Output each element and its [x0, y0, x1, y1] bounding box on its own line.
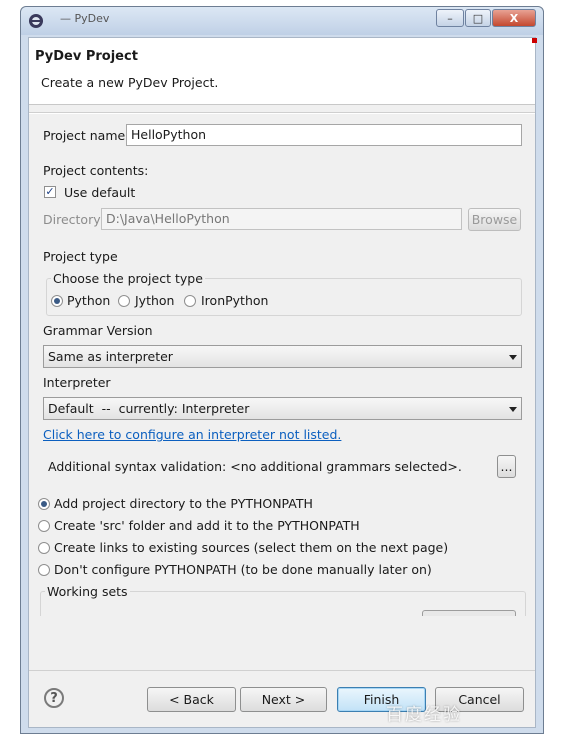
grammar-version-select[interactable]: Same as interpreter [43, 345, 522, 368]
project-contents-label: Project contents: [43, 163, 149, 178]
configure-interpreter-link[interactable]: Click here to configure an interpreter n… [43, 427, 341, 442]
maximize-icon: □ [472, 11, 484, 25]
baidu-watermark: 百度经验 [386, 705, 462, 725]
directory-label: Directory [43, 212, 101, 227]
radio-python-label: Python [67, 293, 111, 308]
pythonpath-option-add-project[interactable]: Add project directory to the PYTHONPATH [38, 496, 338, 512]
project-name-label: Project name: [43, 128, 130, 143]
pythonpath-option-dont-configure-label: Don't configure PYTHONPATH (to be done m… [54, 562, 432, 577]
maximize-button[interactable]: □ [465, 9, 491, 27]
radio-python-indicator [51, 295, 63, 307]
close-icon: X [509, 11, 519, 25]
radio-jython[interactable]: Jython [118, 293, 178, 308]
eclipse-app-icon [28, 13, 44, 29]
interpreter-label: Interpreter [43, 375, 111, 390]
syntax-validation-button[interactable]: ... [497, 455, 516, 478]
directory-input[interactable]: D:\Java\HelloPython [101, 208, 462, 230]
radio-ironpython-indicator [184, 295, 196, 307]
wizard-title: PyDev Project [35, 49, 138, 64]
grammar-version-label: Grammar Version [43, 323, 153, 338]
pythonpath-option-add-project-indicator [38, 498, 50, 510]
interpreter-value: Default -- currently: Interpreter [48, 401, 250, 416]
help-icon[interactable]: ? [44, 688, 64, 708]
project-type-group-label: Choose the project type [51, 271, 205, 286]
chevron-down-icon [509, 355, 517, 360]
footer-separator [29, 670, 535, 671]
radio-jython-indicator [118, 295, 130, 307]
close-button[interactable]: X [492, 9, 536, 27]
chevron-down-icon [509, 407, 517, 412]
interpreter-select[interactable]: Default -- currently: Interpreter [43, 397, 522, 420]
pythonpath-option-create-links-indicator [38, 542, 50, 554]
project-name-input[interactable]: HelloPython [126, 124, 522, 146]
wizard-description: Create a new PyDev Project. [41, 75, 219, 90]
minimize-button[interactable]: – [436, 9, 464, 27]
project-type-label: Project type [43, 249, 118, 264]
pythonpath-option-create-src[interactable]: Create 'src' folder and add it to the PY… [38, 518, 360, 534]
pythonpath-option-create-links-label: Create links to existing sources (select… [54, 540, 449, 555]
radio-python[interactable]: Python [51, 293, 111, 308]
minimize-icon: – [447, 11, 453, 25]
header-separator [29, 112, 535, 114]
pythonpath-option-dont-configure-indicator [38, 564, 50, 576]
pythonpath-option-create-src-indicator [38, 520, 50, 532]
working-sets-label: Working sets [45, 584, 130, 599]
use-default-label: Use default [64, 185, 136, 200]
pythonpath-option-create-src-label: Create 'src' folder and add it to the PY… [54, 518, 360, 533]
radio-jython-label: Jython [135, 293, 175, 308]
window-title: — PyDev [60, 12, 110, 25]
pythonpath-option-add-project-label: Add project directory to the PYTHONPATH [54, 496, 313, 511]
browse-button[interactable]: Browse [468, 208, 521, 231]
radio-ironpython[interactable]: IronPython [184, 293, 269, 308]
pythonpath-option-dont-configure[interactable]: Don't configure PYTHONPATH (to be done m… [38, 562, 432, 578]
error-marker [532, 38, 537, 43]
grammar-version-value: Same as interpreter [48, 349, 173, 364]
next-button[interactable]: Next > [240, 687, 327, 712]
radio-ironpython-label: IronPython [201, 293, 269, 308]
use-default-checkbox[interactable]: ✓ [44, 186, 56, 198]
syntax-validation-label: Additional syntax validation: <no additi… [48, 459, 462, 474]
scroll-clip-area [29, 616, 535, 670]
pythonpath-option-create-links[interactable]: Create links to existing sources (select… [38, 540, 448, 556]
back-button[interactable]: < Back [147, 687, 236, 712]
